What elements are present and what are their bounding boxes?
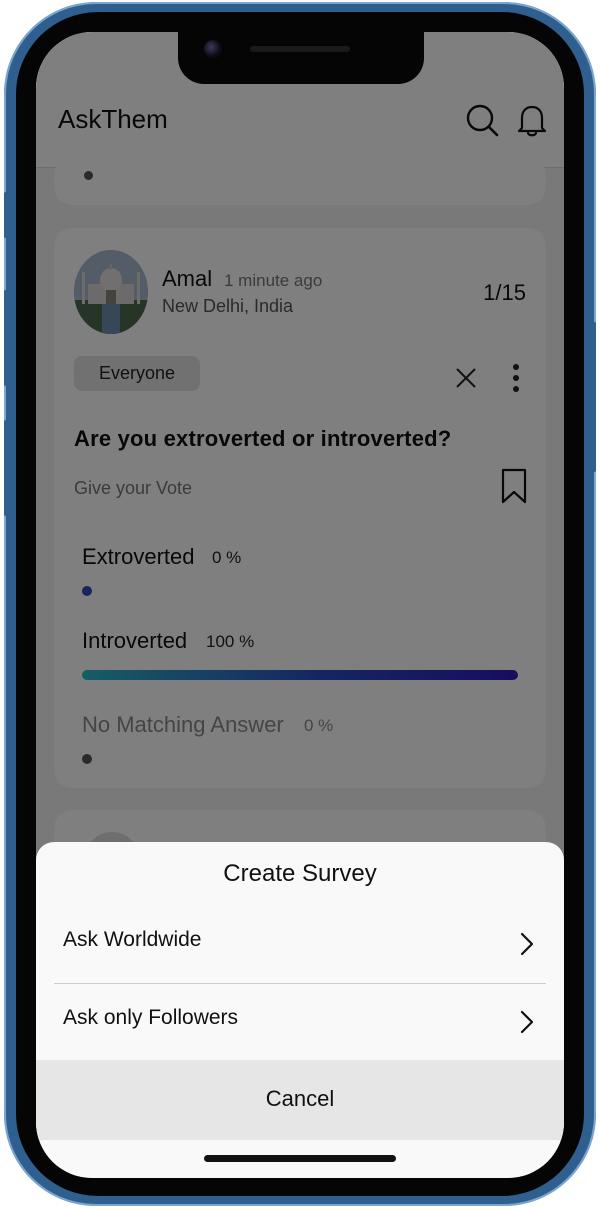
option-label: Ask Worldwide <box>63 928 202 951</box>
side-button <box>4 192 10 238</box>
ask-worldwide-option[interactable]: Ask Worldwide <box>36 906 564 982</box>
speaker <box>250 46 350 52</box>
home-indicator[interactable] <box>204 1155 396 1162</box>
cancel-button[interactable]: Cancel <box>36 1060 564 1140</box>
chevron-right-icon <box>520 932 534 956</box>
create-survey-sheet: Create Survey Ask Worldwide Ask only Fol… <box>36 842 564 1178</box>
chevron-right-icon <box>520 1010 534 1034</box>
side-button <box>4 420 10 516</box>
ask-followers-option[interactable]: Ask only Followers <box>36 984 564 1060</box>
side-button <box>4 290 10 386</box>
cancel-label: Cancel <box>265 1086 335 1111</box>
camera <box>204 40 222 58</box>
power-button <box>590 322 596 472</box>
sheet-title: Create Survey <box>223 860 377 887</box>
screen: AskThem Amal 1 minut <box>36 32 564 1178</box>
option-label: Ask only Followers <box>63 1006 239 1029</box>
